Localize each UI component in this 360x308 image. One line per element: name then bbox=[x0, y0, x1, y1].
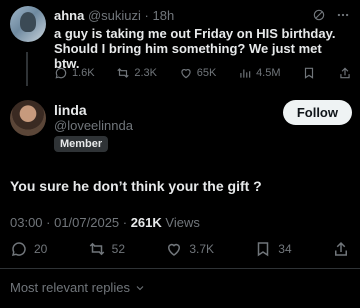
bookmark-icon bbox=[305, 67, 314, 79]
heart-icon bbox=[168, 243, 181, 256]
more-icon[interactable] bbox=[336, 8, 350, 25]
reply-count: 1.6K bbox=[72, 67, 95, 79]
divider bbox=[0, 268, 360, 269]
post-actions: 20 52 3.7K 34 bbox=[10, 240, 350, 258]
share-icon bbox=[340, 67, 350, 79]
analytics-icon bbox=[240, 69, 251, 78]
post-text: You sure he don’t think your the gift ? bbox=[10, 178, 262, 194]
views-button[interactable]: 4.5M bbox=[238, 66, 281, 80]
bookmark-icon bbox=[258, 242, 269, 257]
share-icon bbox=[334, 241, 347, 256]
chevron-down-icon bbox=[136, 285, 144, 290]
member-badge: Member bbox=[54, 136, 109, 152]
replies-sort-dropdown[interactable]: Most relevant replies bbox=[10, 280, 146, 295]
share-button[interactable] bbox=[338, 66, 352, 80]
bookmark-button[interactable]: 34 bbox=[254, 240, 292, 258]
heart-icon bbox=[181, 69, 191, 79]
like-count: 3.7K bbox=[189, 242, 214, 256]
repost-button[interactable]: 2.3K bbox=[116, 66, 157, 80]
post-timestamp[interactable]: 03:00 · 01/07/2025 · bbox=[10, 215, 131, 230]
thread-line bbox=[26, 52, 28, 86]
like-button[interactable]: 3.7K bbox=[165, 240, 214, 258]
avatar[interactable] bbox=[10, 100, 46, 136]
grok-icon[interactable] bbox=[312, 8, 326, 25]
author-name[interactable]: ahna bbox=[54, 8, 84, 23]
author-handle[interactable]: @loveelinnda bbox=[54, 118, 133, 133]
post-time[interactable]: 18h bbox=[153, 8, 175, 23]
replies-sort-label: Most relevant replies bbox=[10, 280, 130, 295]
parent-post-actions: 1.6K 2.3K 65K 4.5M bbox=[54, 66, 352, 80]
views-count: 4.5M bbox=[256, 67, 281, 79]
parent-post-icons bbox=[312, 8, 350, 25]
separator: · bbox=[144, 8, 149, 23]
bookmark-count: 34 bbox=[278, 242, 292, 256]
author-handle[interactable]: @sukiuzi bbox=[88, 8, 141, 23]
reply-count: 20 bbox=[34, 242, 48, 256]
like-count: 65K bbox=[196, 67, 217, 79]
post-meta: 03:00 · 01/07/2025 · 261K Views bbox=[10, 215, 200, 230]
reply-button[interactable]: 20 bbox=[10, 240, 47, 258]
author-name[interactable]: linda bbox=[54, 102, 87, 118]
bookmark-button[interactable] bbox=[302, 66, 316, 80]
repost-button[interactable]: 52 bbox=[88, 240, 125, 258]
follow-button[interactable]: Follow bbox=[282, 100, 352, 125]
repost-count: 2.3K bbox=[134, 67, 158, 79]
reply-icon bbox=[55, 67, 67, 79]
parent-post[interactable]: ahna @sukiuzi · 18h a guy is taking me o… bbox=[0, 0, 360, 86]
views-label: Views bbox=[161, 215, 200, 230]
reply-button[interactable]: 1.6K bbox=[54, 66, 95, 80]
repost-icon bbox=[89, 242, 104, 256]
share-button[interactable] bbox=[332, 240, 350, 258]
repost-count: 52 bbox=[111, 242, 126, 256]
reply-icon bbox=[11, 242, 26, 257]
like-button[interactable]: 65K bbox=[179, 66, 217, 80]
repost-icon bbox=[117, 68, 130, 78]
views-count: 261K bbox=[130, 215, 162, 230]
avatar[interactable] bbox=[10, 6, 46, 42]
parent-post-text: a guy is taking me out Friday on HIS bir… bbox=[54, 26, 336, 71]
parent-post-header: ahna @sukiuzi · 18h bbox=[54, 8, 174, 23]
